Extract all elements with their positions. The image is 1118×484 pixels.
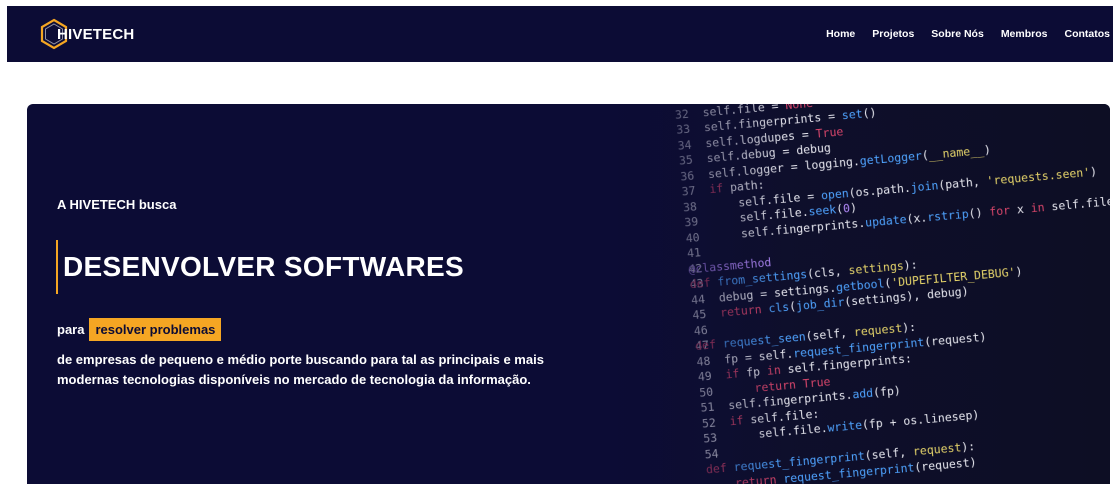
nav-sobre-link[interactable]: Sobre Nós <box>931 28 984 40</box>
hero-banner: 31 32 33 34 35 36 37 38 39 40 41 42 43 4… <box>27 104 1110 484</box>
brand-name: HIVETECH <box>57 25 135 43</box>
brand-logo[interactable]: HIVETECH <box>37 17 134 51</box>
hero-highlight-badge: resolver problemas <box>89 318 222 341</box>
top-navbar: HIVETECH Home Projetos Sobre Nós Membros… <box>7 6 1113 62</box>
nav-contatos-link[interactable]: Contatos <box>1065 28 1111 40</box>
hero-intro-text: A HIVETECH busca <box>57 197 177 212</box>
code-background-image: 31 32 33 34 35 36 37 38 39 40 41 42 43 4… <box>587 104 1110 484</box>
nav-projetos-link[interactable]: Projetos <box>872 28 914 40</box>
code-fade-overlay <box>587 104 787 484</box>
hero-headline: DESENVOLVER SOFTWARES <box>63 251 464 282</box>
nav-membros-link[interactable]: Membros <box>1001 28 1048 40</box>
nav-home-link[interactable]: Home <box>826 28 855 40</box>
nav-menu: Home Projetos Sobre Nós Membros Contatos <box>826 28 1110 40</box>
hero-title-block: DESENVOLVER SOFTWARES <box>56 240 464 294</box>
hero-subline: para resolver problemas <box>57 318 222 341</box>
hero-prefix-text: para <box>57 322 85 337</box>
hero-description: de empresas de pequeno e médio porte bus… <box>57 352 544 387</box>
